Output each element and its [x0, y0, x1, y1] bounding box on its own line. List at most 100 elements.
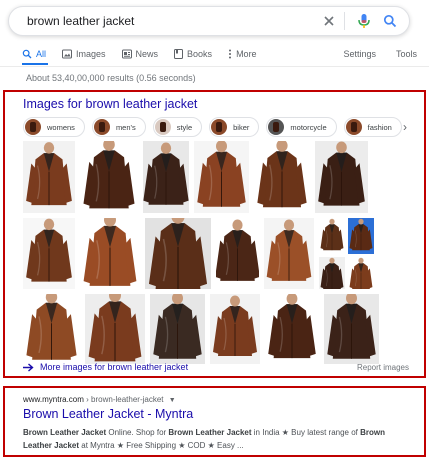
chip-label: men's [115, 122, 136, 132]
images-section-title[interactable]: Images for brown leather jacket [23, 97, 197, 111]
tab-more[interactable]: More [228, 49, 257, 59]
jacket-photo [348, 218, 374, 255]
search-bar-divider [344, 12, 345, 30]
chip-thumbnail [154, 119, 171, 135]
chip-label: style [176, 122, 193, 132]
jacket-photo [23, 218, 75, 289]
jacket-photo [23, 294, 80, 364]
image-row [23, 141, 409, 213]
chip-mens[interactable]: men's [91, 117, 146, 137]
jacket-photo [210, 294, 260, 364]
image-result[interactable] [145, 218, 211, 289]
chip-motorcycle[interactable]: motorcycle [266, 117, 337, 137]
chip-style[interactable]: style [152, 117, 203, 137]
chip-thumbnail [25, 119, 41, 135]
image-result[interactable] [210, 294, 260, 364]
jacket-photo [254, 141, 310, 213]
jacket-photo [80, 141, 138, 213]
search-input[interactable]: brown leather jacket [27, 14, 314, 28]
jacket-photo [194, 141, 249, 213]
chip-label: fashion [367, 122, 392, 132]
image-result[interactable] [265, 294, 319, 364]
chip-label: motorcycle [290, 122, 327, 132]
image-result[interactable] [315, 141, 368, 213]
image-result[interactable] [216, 218, 259, 289]
chip-label: biker [233, 122, 250, 132]
chip-label: womens [47, 122, 75, 132]
result-snippet: Brown Leather Jacket Online. Shop for Br… [23, 426, 415, 452]
jacket-photo [348, 257, 374, 289]
tools-link[interactable]: Tools [396, 49, 417, 59]
image-result-collage[interactable] [319, 218, 374, 289]
caret-down-icon[interactable]: ▼ [169, 397, 176, 404]
image-result[interactable] [23, 218, 75, 289]
chevron-right-icon[interactable]: › [397, 119, 413, 135]
image-result[interactable] [150, 294, 205, 364]
search-icon[interactable] [379, 10, 401, 32]
jacket-photo [150, 294, 205, 364]
snippet-text: Online. Shop for [106, 428, 169, 437]
search-result: www.myntra.com › brown-leather-jacket ▼ … [3, 386, 426, 457]
report-images-link[interactable]: Report images [357, 363, 409, 372]
result-breadcrumb: › brown-leather-jacket [86, 395, 164, 404]
close-icon[interactable] [318, 10, 340, 32]
jacket-photo [264, 218, 314, 289]
chip-thumbnail [268, 119, 285, 135]
image-result[interactable] [143, 141, 189, 213]
image-result[interactable] [23, 141, 75, 213]
snippet-highlight: Brown Leather Jacket [168, 428, 252, 437]
tab-label: News [135, 49, 159, 59]
images-footer: More images for brown leather jacket Rep… [23, 360, 409, 374]
image-result[interactable] [254, 141, 310, 213]
image-row [23, 294, 409, 364]
active-tab-indicator [22, 63, 48, 65]
result-title[interactable]: Brown Leather Jacket - Myntra [23, 407, 193, 421]
chip-thumbnail [93, 119, 110, 135]
result-url[interactable]: www.myntra.com › brown-leather-jacket ▼ [23, 395, 176, 404]
image-result[interactable] [324, 294, 379, 364]
collage-cell [348, 218, 374, 255]
collage-cell [348, 257, 374, 289]
tab-images[interactable]: Images [62, 49, 106, 59]
collage-cell [319, 218, 345, 255]
search-tools: Settings Tools [323, 49, 417, 59]
jacket-photo [265, 294, 319, 364]
search-icon [22, 49, 32, 59]
jacket-photo [319, 218, 345, 255]
more-images-link[interactable]: More images for brown leather jacket [23, 362, 188, 372]
image-row [23, 218, 409, 289]
jacket-photo [216, 218, 259, 289]
result-domain: www.myntra.com [23, 395, 84, 404]
tab-books[interactable]: Books [174, 49, 212, 59]
jacket-photo [23, 141, 75, 213]
image-result[interactable] [23, 294, 80, 364]
image-result[interactable] [80, 218, 140, 289]
chip-thumbnail [345, 119, 362, 135]
jacket-photo [324, 294, 379, 364]
image-result[interactable] [194, 141, 249, 213]
jacket-photo [145, 218, 211, 289]
chip-fashion[interactable]: fashion [343, 117, 402, 137]
news-icon [121, 49, 132, 59]
chip-womens[interactable]: womens [23, 117, 85, 137]
arrow-right-icon [23, 362, 34, 372]
search-bar[interactable]: brown leather jacket [8, 6, 410, 36]
tab-all[interactable]: All [22, 49, 46, 59]
tab-label: All [36, 49, 47, 59]
tab-label: More [236, 49, 257, 59]
image-result[interactable] [85, 294, 145, 364]
tab-news[interactable]: News [121, 49, 159, 59]
tab-label: Images [76, 49, 106, 59]
tab-label: Books [187, 49, 213, 59]
image-grid [23, 141, 409, 369]
image-result[interactable] [80, 141, 138, 213]
image-result[interactable] [264, 218, 314, 289]
settings-link[interactable]: Settings [343, 49, 376, 59]
mic-icon[interactable] [353, 10, 375, 32]
chip-thumbnail [211, 119, 228, 135]
chip-biker[interactable]: biker [209, 117, 260, 137]
more-images-label: More images for brown leather jacket [40, 362, 189, 372]
snippet-text: at Myntra ★ Free Shipping ★ COD ★ Easy .… [79, 441, 244, 450]
jacket-photo [319, 257, 345, 289]
tabs-divider [0, 66, 429, 67]
